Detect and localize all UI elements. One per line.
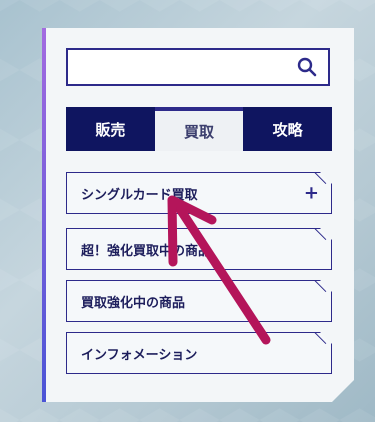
menu-item-label: 買取強化中の商品 [81, 295, 186, 311]
menu-item-label: インフォメーション [81, 347, 198, 363]
tab-sell[interactable]: 販売 [66, 107, 155, 151]
menu-item-super-buyback-products[interactable]: 超！強化買取中の商品 [66, 228, 332, 270]
panel-accent-bar [42, 28, 46, 402]
tab-buyback[interactable]: 買取 [154, 107, 244, 151]
search-input[interactable] [74, 54, 274, 80]
menu-item-buyback-boost-products[interactable]: 買取強化中の商品 [66, 280, 332, 322]
tab-strategy[interactable]: 攻略 [243, 107, 333, 151]
search-box[interactable] [66, 48, 330, 86]
menu-item-single-card-buyback[interactable]: シングルカード買取 + [66, 172, 332, 214]
menu-item-label: 超！強化買取中の商品 [81, 243, 212, 259]
category-tabs: 販売 買取 攻略 [66, 107, 333, 151]
menu-item-information[interactable]: インフォメーション [66, 332, 332, 374]
search-icon[interactable] [296, 56, 318, 78]
expand-plus-icon[interactable]: + [304, 183, 319, 204]
menu-item-label: シングルカード買取 [81, 187, 198, 203]
